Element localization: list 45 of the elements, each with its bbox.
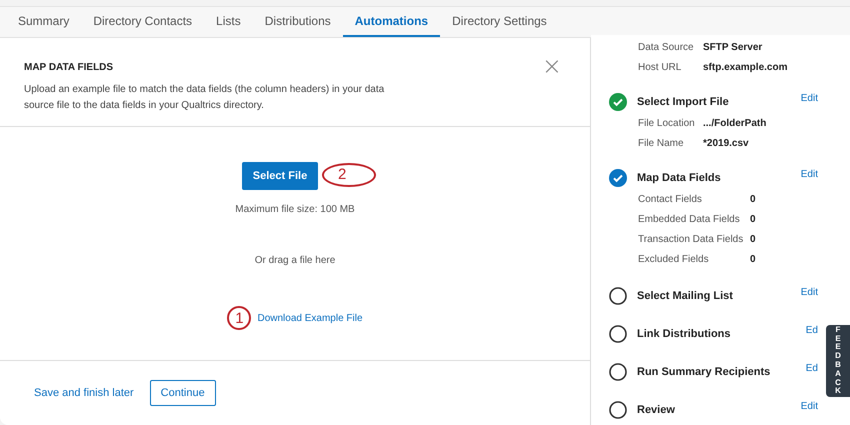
edit-link[interactable]: Edit — [800, 287, 818, 298]
detail-label: Excluded Fields — [638, 254, 710, 264]
edit-link[interactable]: Edit — [800, 169, 818, 180]
step-title: Map Data Fields — [637, 172, 722, 184]
step-title: Select Import File — [637, 96, 730, 108]
detail-value: 0 — [750, 214, 756, 224]
feedback-tab[interactable]: FEEDBACK — [826, 325, 850, 397]
edit-link[interactable]: Ed — [806, 363, 818, 374]
detail-label: Embedded Data Fields — [638, 214, 741, 224]
detail-label: File Name — [638, 138, 685, 148]
max-size-text: Maximum file size: 100 MB — [235, 204, 355, 215]
detail-value: sftp.example.com — [703, 62, 788, 72]
detail-value: SFTP Server — [703, 42, 762, 52]
tab[interactable]: Summary — [18, 7, 82, 37]
tab[interactable]: Distributions — [252, 7, 343, 37]
callout-number: 2 — [322, 162, 376, 186]
edit-link[interactable]: Edit — [800, 93, 818, 104]
detail-value: *2019.csv — [703, 138, 749, 148]
detail-label: Data Source — [638, 42, 695, 52]
detail-label: Transaction Data Fields — [638, 234, 744, 244]
tab[interactable]: Directory Contacts — [81, 7, 204, 37]
close-button[interactable]: × — [542, 54, 562, 78]
detail-value: 0 — [750, 194, 756, 204]
panel-title: MAP DATA FIELDS — [24, 62, 114, 73]
detail-value: .../FolderPath — [703, 118, 766, 128]
detail-label: Contact Fields — [638, 194, 703, 204]
save-later-link[interactable]: Save and finish later — [34, 387, 134, 399]
detail-value: 0 — [750, 234, 756, 244]
step-title: Run Summary Recipients — [637, 366, 772, 378]
download-link[interactable]: Download Example File — [257, 312, 363, 324]
tab[interactable]: Lists — [204, 7, 253, 37]
step-title: Select Mailing List — [637, 290, 734, 302]
tab[interactable]: Directory Settings — [440, 7, 559, 37]
step-title: Link Distributions — [637, 328, 732, 340]
drag-hint: Or drag a file here — [254, 255, 336, 266]
step-title: Review — [637, 404, 676, 416]
detail-label: File Location — [638, 118, 696, 128]
detail-value: 0 — [750, 254, 756, 264]
edit-link[interactable]: Edit — [800, 401, 818, 412]
select-file-button[interactable]: Select File — [242, 162, 318, 190]
edit-link[interactable]: Ed — [806, 325, 818, 336]
continue-button[interactable]: Continue — [150, 380, 216, 406]
panel-description: Upload an example file to match the data fields (the column headers) in your data source file to the data fields in your Qualtrics directory. — [24, 83, 386, 113]
callout-number: 1 — [227, 306, 252, 330]
detail-label: Host URL — [638, 62, 682, 72]
